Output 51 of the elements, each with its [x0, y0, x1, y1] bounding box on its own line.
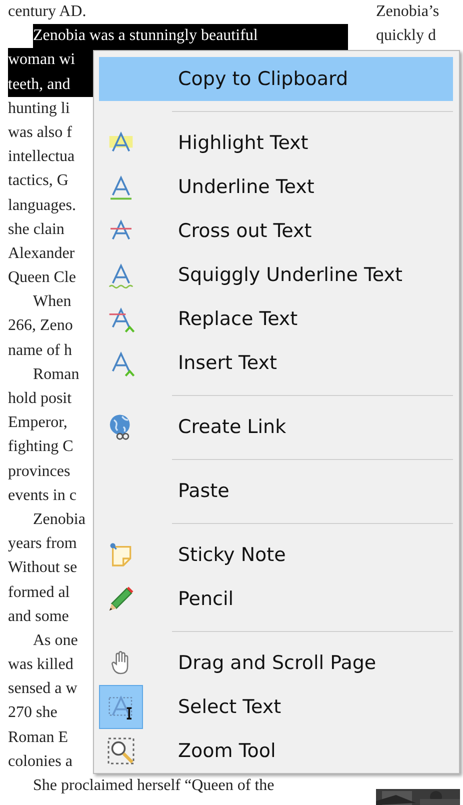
menu-item[interactable]: Zoom Tool: [99, 729, 453, 773]
document-text-line: Roman: [33, 366, 80, 383]
document-text-line: she clain: [8, 220, 64, 238]
zoom-tool-icon: [106, 736, 136, 766]
document-text-line: tactics, G: [8, 172, 68, 190]
document-text-line: sensed a w: [8, 680, 78, 698]
menu-item[interactable]: Create Link: [99, 405, 453, 449]
menu-item[interactable]: Select Text: [99, 685, 453, 729]
pencil-icon: [107, 585, 135, 613]
menu-item[interactable]: Drag and Scroll Page: [99, 641, 453, 685]
menu-item[interactable]: Sticky Note: [99, 533, 453, 577]
document-text-line: Roman E: [8, 728, 68, 746]
document-text-line: Zenobia: [33, 510, 86, 528]
document-text-line: Without se: [8, 559, 78, 576]
document-text-line: Alexander: [8, 244, 75, 262]
document-text-line: Queen Cle: [8, 269, 76, 286]
document-text-line: Emperor,: [8, 414, 68, 432]
menu-item[interactable]: Copy to Clipboard: [99, 57, 453, 101]
document-text-line: events in c: [8, 486, 76, 504]
document-text-line: was killed: [8, 656, 74, 674]
menu-item[interactable]: Cross out Text: [99, 209, 453, 253]
document-text-line: When: [33, 293, 72, 310]
document-text-line: Zenobia’s: [376, 3, 440, 20]
document-text-line: hunting li: [8, 100, 70, 117]
menu-item[interactable]: Insert Text: [99, 341, 453, 385]
menu-item[interactable]: Highlight Text: [99, 121, 453, 165]
document-text-line: years from: [8, 535, 77, 552]
document-text-line: She proclaimed herself “Queen of the: [33, 777, 274, 794]
document-text-line: formed al: [8, 584, 70, 600]
menu-item[interactable]: Replace Text: [99, 297, 453, 341]
menu-item[interactable]: Pencil: [99, 577, 453, 621]
menu-item[interactable]: Paste: [99, 469, 453, 513]
document-text-line: and some: [8, 608, 69, 625]
document-text-line: colonies a: [8, 752, 72, 770]
document-text-line: was also f: [8, 124, 72, 141]
menu-item[interactable]: Squiggly Underline Text: [99, 253, 453, 297]
document-text-line: 266, Zeno: [8, 317, 73, 334]
document-text-line: hold posit: [8, 390, 72, 407]
document-text-line: quickly d: [376, 27, 436, 44]
menu-item[interactable]: Underline Text: [99, 165, 453, 209]
document-text-line: intellectua: [8, 148, 75, 166]
document-text-line: 270 she: [8, 704, 58, 722]
document-text-line: fighting C: [8, 438, 74, 456]
document-text-line: name of h: [8, 342, 72, 359]
squiggly-underline-icon: [107, 261, 135, 289]
document-text-line: languages.: [8, 196, 76, 214]
document-text-line: century AD.: [8, 3, 86, 20]
document-text-line: provinces: [8, 462, 70, 480]
document-text-line: As one: [33, 632, 78, 649]
replace-text-icon: [107, 305, 135, 333]
select-text-icon: [107, 693, 135, 721]
